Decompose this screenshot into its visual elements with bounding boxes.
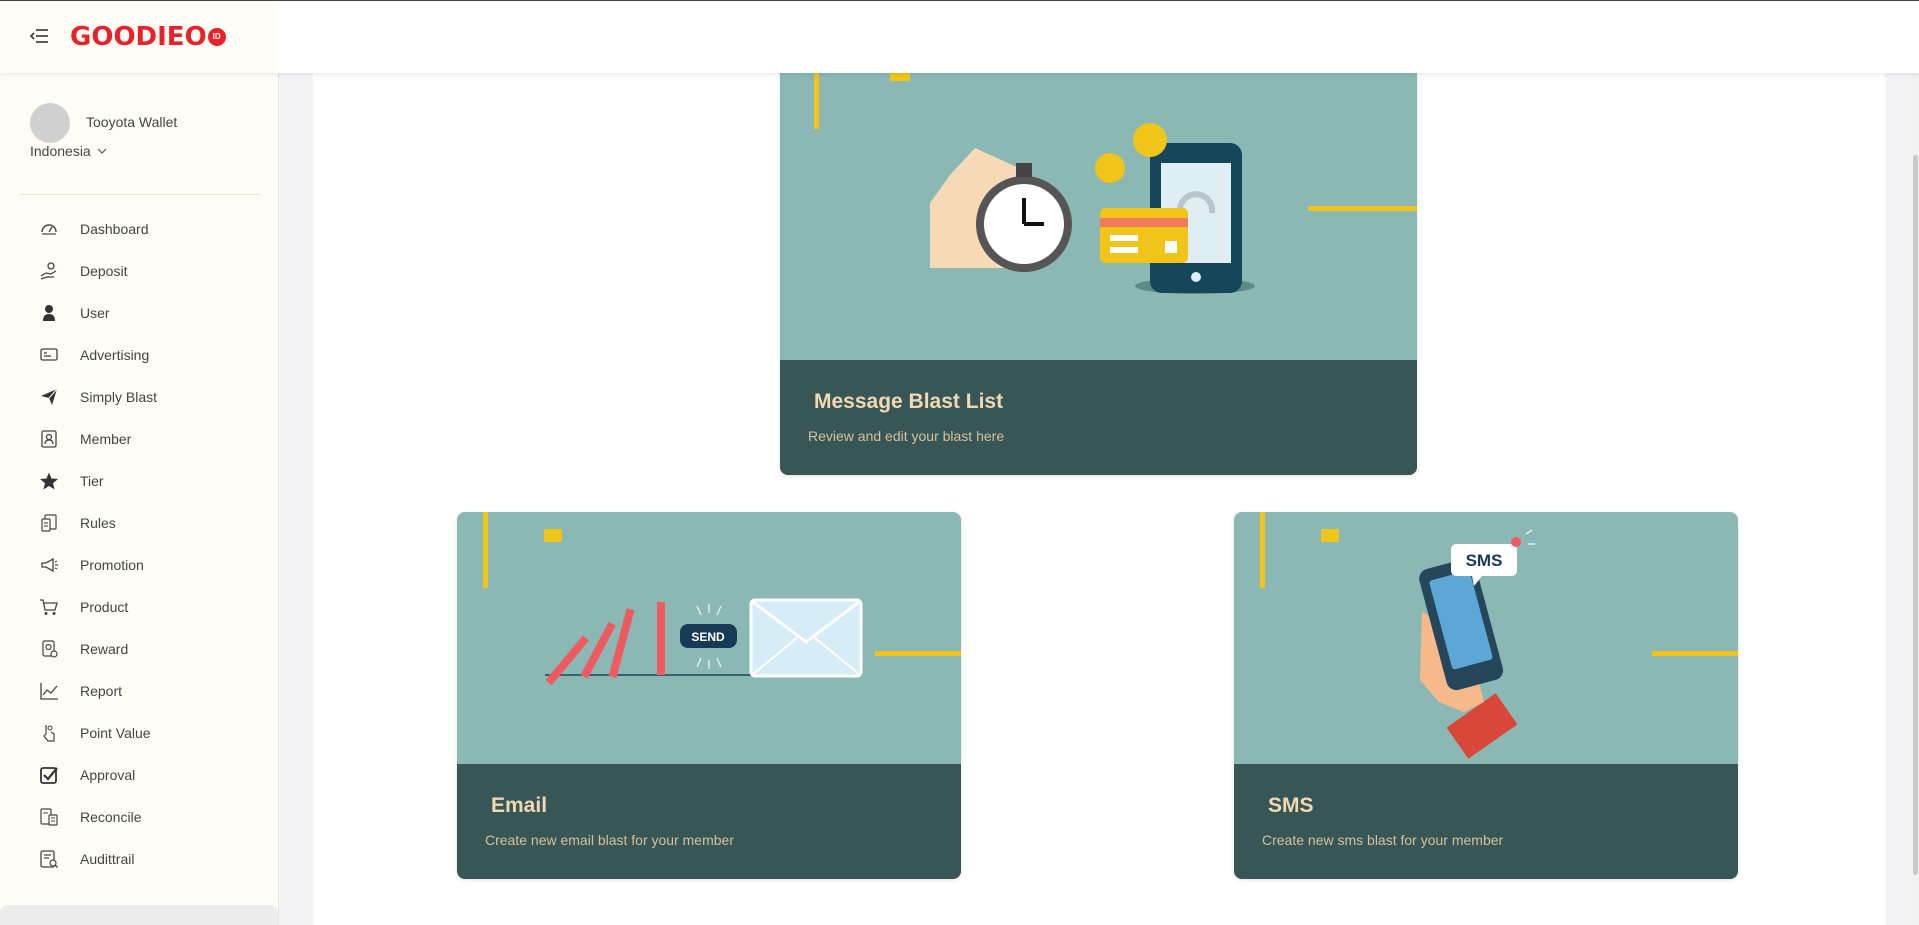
chevron-down-icon <box>97 148 107 154</box>
sidebar-item-dashboard[interactable]: Dashboard <box>0 208 278 250</box>
stopwatch-payment-illustration <box>814 73 1417 294</box>
chart-line-icon <box>38 680 60 702</box>
reconcile-icon <box>38 806 60 828</box>
logo-text: GOODIEO <box>70 22 207 52</box>
sms-card-footer: SMS Create new sms blast for your member <box>1234 764 1738 879</box>
blast-list-card-title: Message Blast List <box>814 390 1004 413</box>
audit-icon <box>38 848 60 870</box>
blast-list-card-subtitle: Review and edit your blast here <box>808 428 1005 444</box>
profile-name: Tooyota Wallet <box>86 114 178 130</box>
sms-card-subtitle: Create new sms blast for your member <box>1262 832 1504 848</box>
sidebar-item-label: Approval <box>80 767 136 783</box>
avatar[interactable] <box>30 103 70 143</box>
sidebar-item-label: Audittrail <box>80 851 135 867</box>
blast-list-card-footer: Message Blast List Review and edit your … <box>780 360 1417 475</box>
star-icon <box>38 470 60 492</box>
sidebar-item-rules[interactable]: Rules <box>0 502 278 544</box>
advertising-icon <box>38 344 60 366</box>
sidebar-item-label: User <box>80 305 110 321</box>
sidebar-item-simply-blast[interactable]: Simply Blast <box>0 376 278 418</box>
sidebar-item-advertising[interactable]: Advertising <box>0 334 278 376</box>
sms-phone-illustration: SMS <box>1260 512 1738 759</box>
cart-icon <box>38 596 60 618</box>
top-header: GOODIEO ID <box>0 1 1919 73</box>
menu-toggle-icon[interactable] <box>29 27 50 45</box>
sidebar-item-approval[interactable]: Approval <box>0 754 278 796</box>
sidebar-item-deposit[interactable]: Deposit <box>0 250 278 292</box>
page-scrollbar[interactable] <box>1912 73 1919 925</box>
sidebar-item-label: Reconcile <box>80 809 142 825</box>
brand-logo[interactable]: GOODIEO ID <box>70 21 226 53</box>
paper-plane-icon <box>38 386 60 408</box>
sidebar-item-label: Advertising <box>80 347 150 363</box>
sidebar-item-label: Dashboard <box>80 221 149 237</box>
send-label: SEND <box>691 630 725 644</box>
sidebar-divider <box>20 194 260 195</box>
sidebar: Tooyota Wallet Indonesia Dashboard Depos… <box>0 73 279 925</box>
dashboard-icon <box>38 218 60 240</box>
sidebar-item-audittrail[interactable]: Audittrail <box>0 838 278 880</box>
sidebar-item-point-value[interactable]: Point Value <box>0 712 278 754</box>
sidebar-item-member[interactable]: Member <box>0 418 278 460</box>
sidebar-item-reward[interactable]: Reward <box>0 628 278 670</box>
scrollbar-thumb[interactable] <box>1913 155 1918 875</box>
user-icon <box>38 302 60 324</box>
email-card-title: Email <box>491 794 548 817</box>
sidebar-item-user[interactable]: User <box>0 292 278 334</box>
checkbox-icon <box>38 764 60 786</box>
header-brand-area: GOODIEO ID <box>0 1 278 73</box>
sidebar-item-report[interactable]: Report <box>0 670 278 712</box>
email-illustration: SEND <box>483 512 961 686</box>
sms-card-title: SMS <box>1268 794 1314 817</box>
reward-icon <box>38 638 60 660</box>
sidebar-item-label: Product <box>80 599 129 615</box>
sidebar-item-label: Reward <box>80 641 129 657</box>
sms-bubble-label: SMS <box>1466 551 1503 570</box>
logo-badge: ID <box>207 28 226 46</box>
main-content: Message Blast List Review and edit your … <box>313 63 1885 925</box>
sidebar-item-label: Tier <box>80 473 104 489</box>
country-label: Indonesia <box>30 143 91 159</box>
sidebar-item-label: Report <box>80 683 123 699</box>
deposit-icon <box>38 260 60 282</box>
sidebar-item-product[interactable]: Product <box>0 586 278 628</box>
sidebar-item-label: Point Value <box>80 725 151 741</box>
megaphone-icon <box>38 554 60 576</box>
sidebar-item-promotion[interactable]: Promotion <box>0 544 278 586</box>
sidebar-item-label: Simply Blast <box>80 389 158 405</box>
sidebar-item-label: Deposit <box>80 263 128 279</box>
sidebar-item-label: Promotion <box>80 557 144 573</box>
sidebar-footer <box>0 905 278 925</box>
country-selector[interactable]: Indonesia <box>30 143 107 159</box>
sms-card[interactable]: SMS SMS Create new sms blast for your me… <box>1234 512 1738 879</box>
blast-list-card[interactable]: Message Blast List Review and edit your … <box>780 63 1417 475</box>
sidebar-item-tier[interactable]: Tier <box>0 460 278 502</box>
email-card[interactable]: SEND Email Create new email blast for yo… <box>457 512 961 879</box>
rules-icon <box>38 512 60 534</box>
member-icon <box>38 428 60 450</box>
sidebar-item-reconcile[interactable]: Reconcile <box>0 796 278 838</box>
email-card-footer: Email Create new email blast for your me… <box>457 764 961 879</box>
sidebar-item-label: Rules <box>80 515 116 531</box>
sidebar-nav: Dashboard Deposit User Advertising Simpl… <box>0 208 278 880</box>
email-card-subtitle: Create new email blast for your member <box>485 832 734 848</box>
sidebar-item-label: Member <box>80 431 132 447</box>
point-value-icon <box>38 722 60 744</box>
